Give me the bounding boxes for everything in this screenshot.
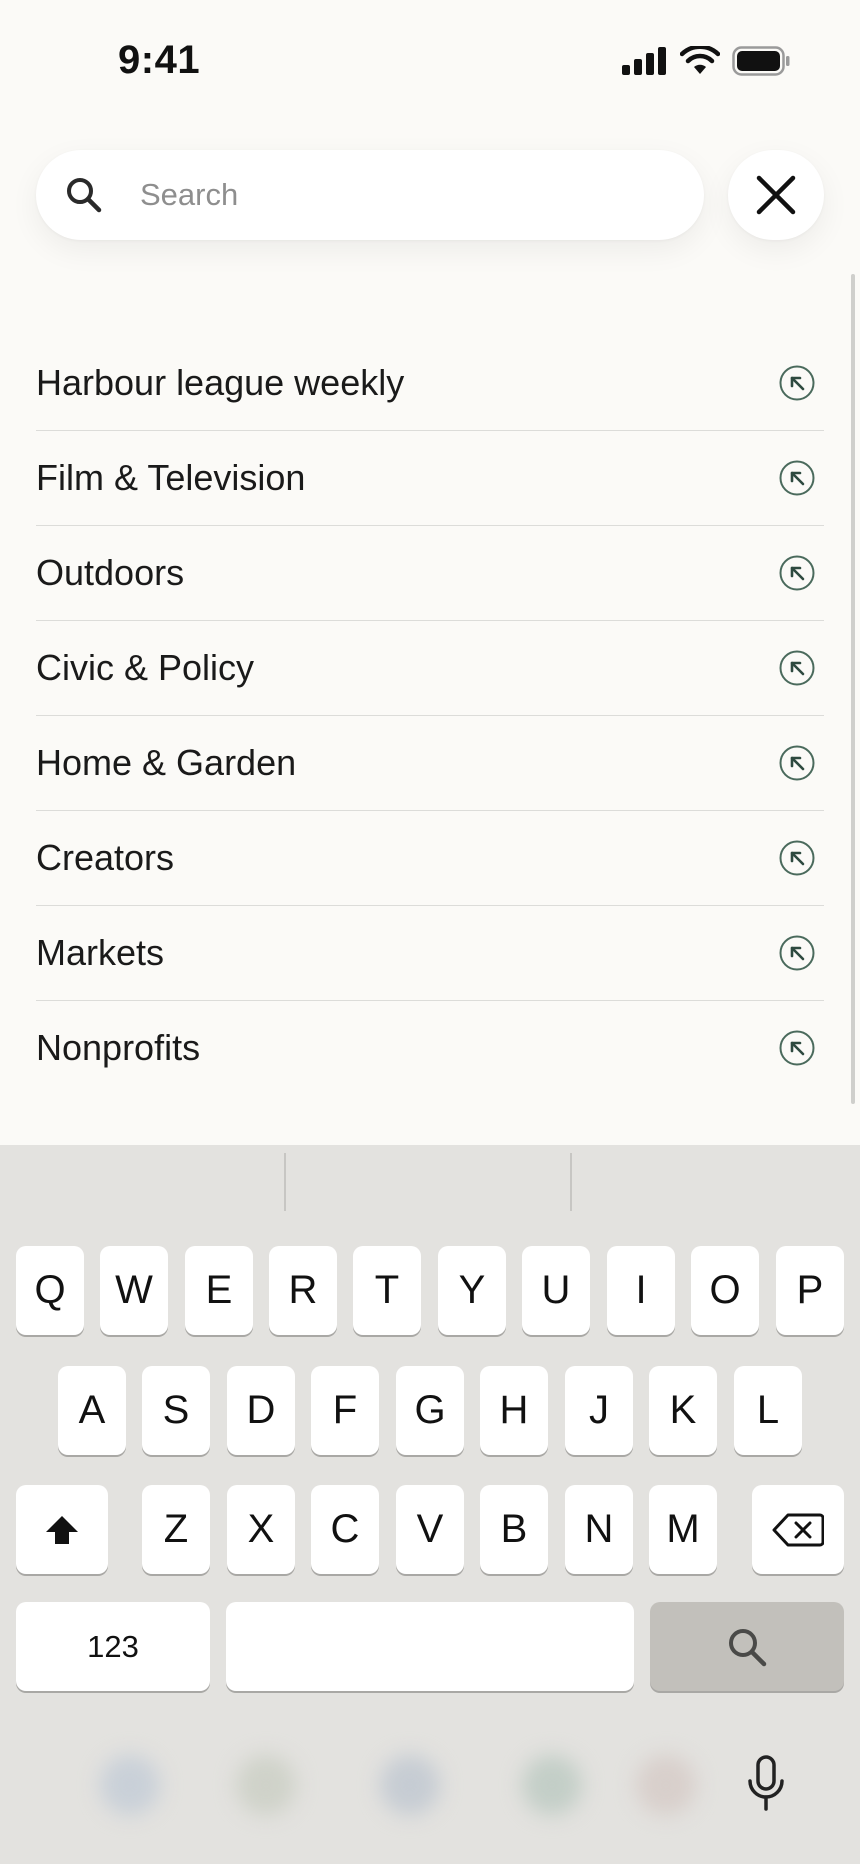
fill-arrow-icon[interactable] xyxy=(778,649,816,687)
blurred-app-icon xyxy=(636,1755,696,1815)
key-u[interactable]: U xyxy=(522,1246,590,1335)
key-i[interactable]: I xyxy=(607,1246,675,1335)
space-key[interactable] xyxy=(226,1602,634,1691)
list-item[interactable]: Home & Garden xyxy=(36,716,824,811)
list-item[interactable]: Outdoors xyxy=(36,526,824,621)
search-icon xyxy=(67,178,102,213)
list-item[interactable]: Creators xyxy=(36,811,824,906)
key-c[interactable]: C xyxy=(311,1485,379,1574)
key-a[interactable]: A xyxy=(58,1366,126,1455)
key-j[interactable]: J xyxy=(565,1366,633,1455)
key-f[interactable]: F xyxy=(311,1366,379,1455)
keyboard: Q W E R T Y U I O P A S D F G H J K L Z … xyxy=(0,1145,860,1864)
suggestion-list: Harbour league weekly Film & Television … xyxy=(36,336,824,1095)
shift-key[interactable] xyxy=(16,1485,108,1574)
suggestion-label: Civic & Policy xyxy=(36,647,255,688)
key-t[interactable]: T xyxy=(353,1246,421,1335)
fill-arrow-icon[interactable] xyxy=(778,459,816,497)
list-item[interactable]: Harbour league weekly xyxy=(36,336,824,431)
fill-arrow-icon[interactable] xyxy=(778,554,816,592)
numbers-key[interactable]: 123 xyxy=(16,1602,210,1691)
blurred-app-icon xyxy=(522,1755,582,1815)
key-x[interactable]: X xyxy=(227,1485,295,1574)
key-s[interactable]: S xyxy=(142,1366,210,1455)
key-n[interactable]: N xyxy=(565,1485,633,1574)
suggestion-label: Home & Garden xyxy=(36,742,297,783)
key-g[interactable]: G xyxy=(396,1366,464,1455)
key-r[interactable]: R xyxy=(269,1246,337,1335)
key-q[interactable]: Q xyxy=(16,1246,84,1335)
suggestion-label: Harbour league weekly xyxy=(36,362,405,403)
key-p[interactable]: P xyxy=(776,1246,844,1335)
key-l[interactable]: L xyxy=(734,1366,802,1455)
blurred-app-icon xyxy=(236,1755,296,1815)
blurred-app-icon xyxy=(100,1755,160,1815)
suggestion-label: Outdoors xyxy=(36,552,185,593)
key-w[interactable]: W xyxy=(100,1246,168,1335)
close-button[interactable] xyxy=(728,150,824,240)
search-key[interactable] xyxy=(650,1602,844,1691)
suggestion-label: Markets xyxy=(36,932,165,973)
key-v[interactable]: V xyxy=(396,1485,464,1574)
suggestion-label: Creators xyxy=(36,837,175,878)
status-time: 9:41 xyxy=(118,38,201,82)
list-item[interactable]: Film & Television xyxy=(36,431,824,526)
fill-arrow-icon[interactable] xyxy=(778,839,816,877)
backspace-key[interactable] xyxy=(752,1485,844,1574)
list-item[interactable]: Civic & Policy xyxy=(36,621,824,716)
search-field[interactable] xyxy=(36,150,704,240)
suggestion-label: Film & Television xyxy=(36,457,306,498)
key-k[interactable]: K xyxy=(649,1366,717,1455)
search-header xyxy=(0,150,860,290)
search-input[interactable] xyxy=(140,150,680,240)
predictive-divider xyxy=(570,1153,572,1211)
fill-arrow-icon[interactable] xyxy=(778,1029,816,1067)
wifi-icon xyxy=(680,46,720,74)
list-item[interactable]: Nonprofits xyxy=(36,1001,824,1095)
key-h[interactable]: H xyxy=(480,1366,548,1455)
predictive-bar xyxy=(0,1145,860,1217)
key-e[interactable]: E xyxy=(185,1246,253,1335)
fill-arrow-icon[interactable] xyxy=(778,744,816,782)
blurred-app-icon xyxy=(380,1755,440,1815)
list-item[interactable]: Markets xyxy=(36,906,824,1001)
key-m[interactable]: M xyxy=(649,1485,717,1574)
close-icon xyxy=(756,175,796,215)
status-bar: 9:41 xyxy=(0,0,860,110)
microphone-icon xyxy=(748,1755,784,1811)
search-icon xyxy=(729,1628,767,1666)
key-b[interactable]: B xyxy=(480,1485,548,1574)
microphone-button[interactable] xyxy=(740,1751,792,1815)
battery-icon xyxy=(732,46,790,76)
cellular-signal-icon xyxy=(622,47,666,75)
predictive-divider xyxy=(284,1153,286,1211)
scroll-indicator[interactable] xyxy=(851,274,855,1104)
key-y[interactable]: Y xyxy=(438,1246,506,1335)
shift-icon xyxy=(46,1515,78,1544)
status-icons xyxy=(622,46,790,76)
suggestion-label: Nonprofits xyxy=(36,1027,201,1068)
backspace-icon xyxy=(772,1513,824,1546)
keyboard-bottom-strip xyxy=(0,1715,860,1864)
key-z[interactable]: Z xyxy=(142,1485,210,1574)
fill-arrow-icon[interactable] xyxy=(778,364,816,402)
key-o[interactable]: O xyxy=(691,1246,759,1335)
fill-arrow-icon[interactable] xyxy=(778,934,816,972)
key-d[interactable]: D xyxy=(227,1366,295,1455)
